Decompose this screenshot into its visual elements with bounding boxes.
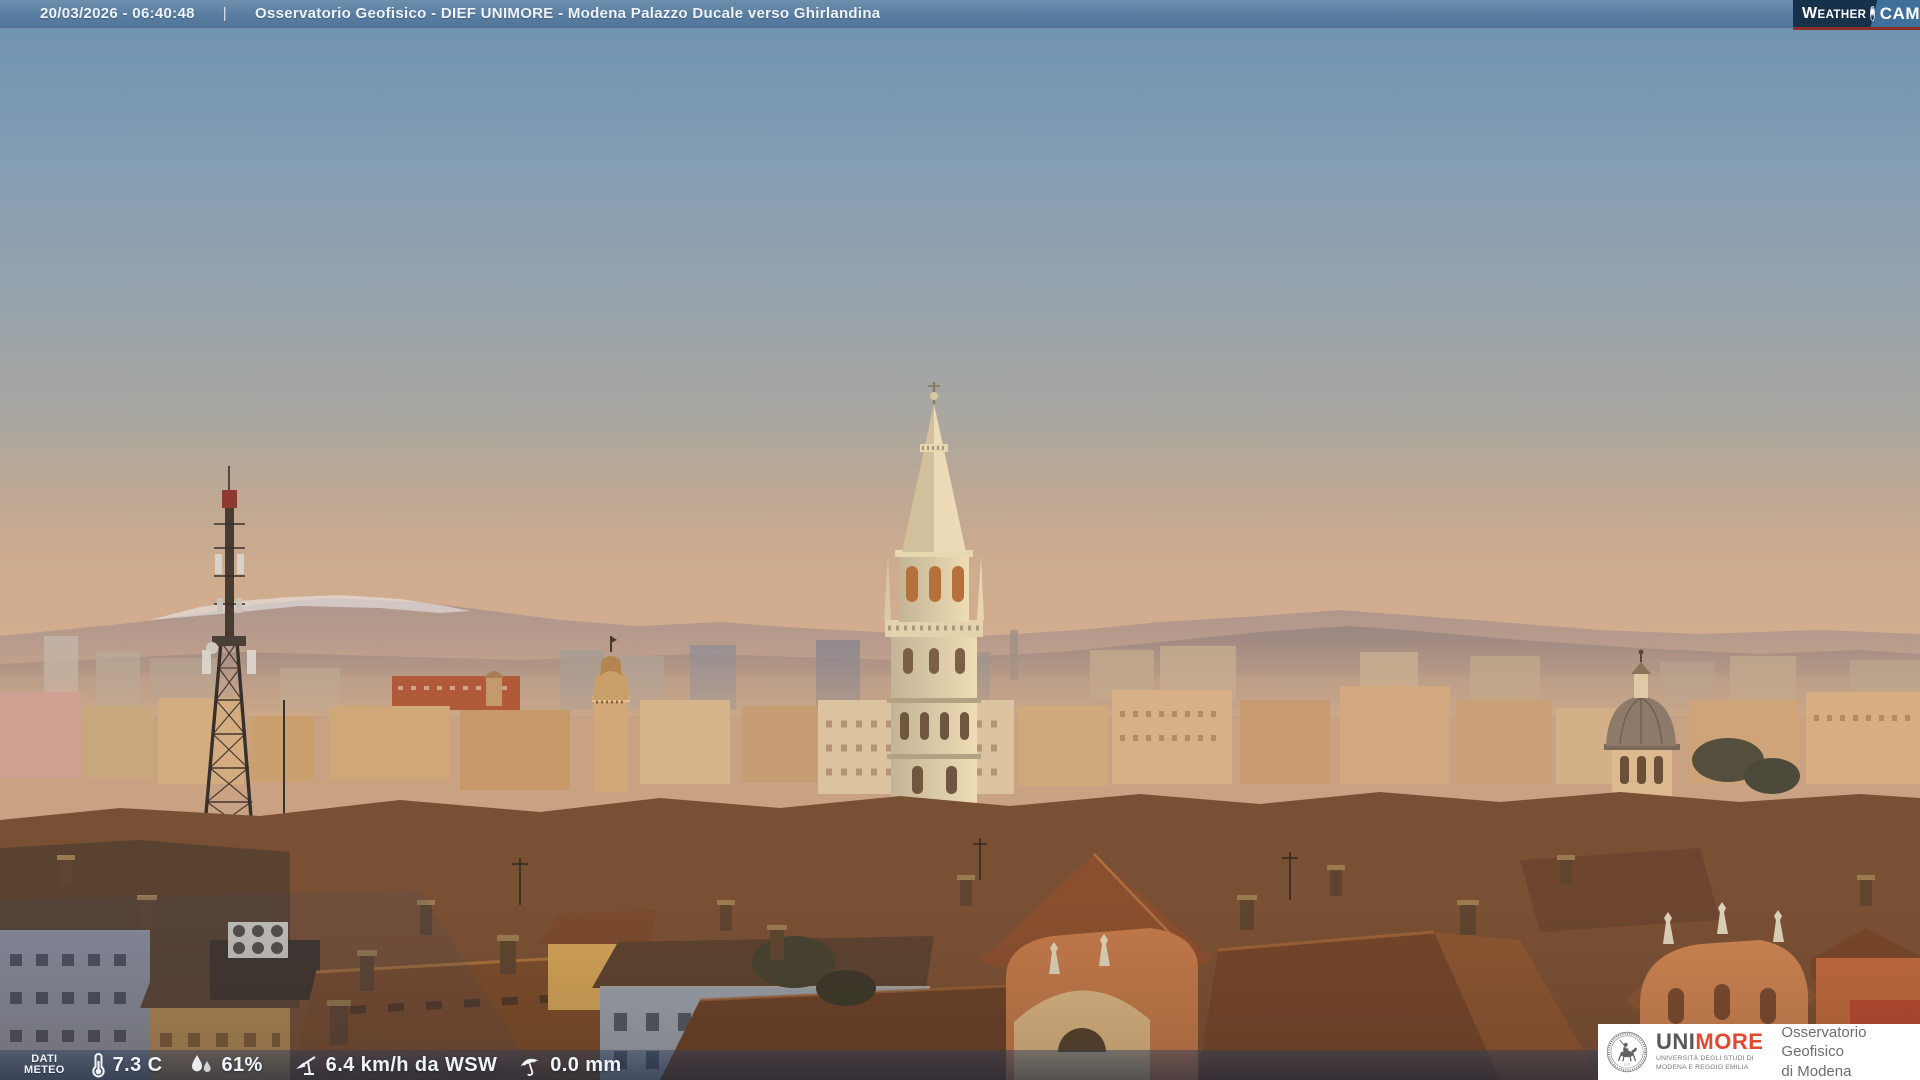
wind-value: 6.4 km/h da WSW bbox=[325, 1053, 498, 1076]
unimore-seal: 1175 bbox=[1606, 1031, 1648, 1073]
rain-value: 0.0 mm bbox=[550, 1053, 622, 1076]
thermometer-icon bbox=[91, 1052, 105, 1078]
camera-lens-icon bbox=[1870, 6, 1875, 21]
observatory-name: Osservatorio Geofisico di Modena bbox=[1781, 1023, 1867, 1080]
humidity-value: 61% bbox=[221, 1053, 263, 1076]
temperature-reading: 7.3 C bbox=[91, 1052, 163, 1078]
weathercam-logo: WEATHER CAM bbox=[1793, 0, 1920, 30]
separator: | bbox=[222, 5, 227, 22]
unimore-wordmark: UNIMORE UNIVERSITÀ DEGLI STUDI DI MODENA… bbox=[1656, 1029, 1764, 1071]
wind-vane-icon bbox=[295, 1056, 316, 1075]
weathercam-word: WEATHER bbox=[1802, 4, 1867, 22]
header-text: 20/03/2026 - 06:40:48 | Osservatorio Geofi… bbox=[40, 5, 880, 22]
temperature-value: 7.3 C bbox=[112, 1053, 163, 1076]
top-bar: 20/03/2026 - 06:40:48 | Osservatorio Geofi… bbox=[0, 0, 1920, 27]
humidity-reading: 61% bbox=[188, 1053, 262, 1077]
humidity-drops-icon bbox=[192, 1055, 212, 1072]
tree bbox=[1744, 758, 1800, 794]
rain-reading: 0.0 mm bbox=[517, 1053, 621, 1077]
datetime-text: 20/03/2026 - 06:40:48 bbox=[40, 5, 195, 22]
unimore-subtitle: UNIVERSITÀ DEGLI STUDI DI MODENA E REGGI… bbox=[1656, 1055, 1754, 1071]
webcam-scene bbox=[0, 0, 1920, 1080]
unimore-logo-box: 1175 UNIMORE UNIVERSITÀ DEGLI STUDI DI M… bbox=[1598, 1024, 1920, 1080]
page-title: Osservatorio Geofisico - DIEF UNIMORE - … bbox=[254, 5, 881, 22]
meteo-label: DATI METEO bbox=[24, 1052, 65, 1076]
weathercam-cam-word: CAM bbox=[1879, 3, 1920, 23]
wind-reading: 6.4 km/h da WSW bbox=[293, 1053, 498, 1077]
umbrella-icon bbox=[520, 1058, 540, 1076]
seal-year: 1175 bbox=[1624, 1062, 1631, 1066]
webcam-frame: 20/03/2026 - 06:40:48 | Osservatorio Geofi… bbox=[0, 0, 1920, 1080]
